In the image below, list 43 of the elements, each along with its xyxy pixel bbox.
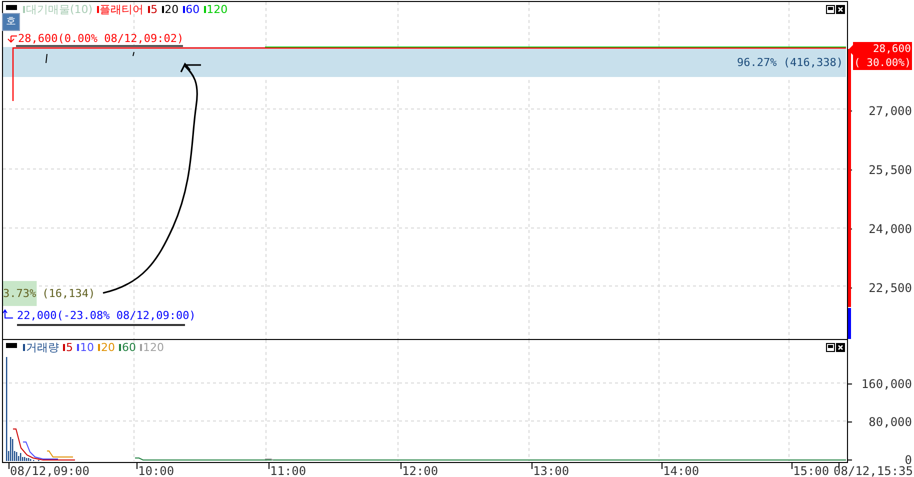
legend-label: 20: [164, 3, 179, 16]
axis-label: 25,500: [868, 163, 912, 177]
time-label: 08/12,09:00: [10, 464, 90, 477]
legend-label: 대기매물(10): [26, 3, 93, 16]
time-label: 13:00: [533, 464, 570, 477]
current-price: 28,600: [872, 42, 911, 56]
panel-color-swatch: [6, 343, 17, 348]
maximize-icon[interactable]: [826, 5, 835, 14]
time-label: 11:00: [270, 464, 306, 477]
panel-color-swatch: [6, 5, 17, 10]
time-label: 10:00: [138, 464, 174, 477]
order-button[interactable]: 호: [2, 13, 20, 31]
legend-label: 10: [80, 341, 94, 354]
time-label: 12:00: [402, 464, 438, 477]
legend-label: 120: [206, 3, 228, 16]
axis-label: 22,500: [868, 281, 912, 295]
time-label: 14:00: [663, 464, 700, 477]
legend-label: 120: [143, 341, 164, 354]
volume-count-label: (16,134): [42, 287, 96, 300]
price-change: ( 30.00%): [854, 56, 911, 70]
time-label: 15:00: [793, 464, 830, 477]
high-price-label: 28,600(0.00% 08/12,09:02): [18, 32, 184, 45]
volume-share-label: 96.27% (416,338): [737, 56, 843, 69]
axis-label: 160,000: [861, 377, 912, 391]
close-icon[interactable]: [836, 343, 845, 352]
axis-label: 24,000: [868, 222, 912, 236]
legend-label: 플래티어: [100, 3, 144, 16]
low-price-label: 22,000(-23.08% 08/12,09:00): [17, 309, 196, 322]
close-icon[interactable]: [836, 5, 845, 14]
legend-label: 거래량: [26, 341, 59, 354]
legend-label: 60: [122, 341, 136, 354]
low-marker-icon: [3, 309, 14, 318]
axis-label: 27,000: [868, 104, 912, 118]
legend-label: 5: [150, 3, 158, 16]
legend-label: 5: [66, 341, 73, 354]
maximize-icon[interactable]: [826, 343, 835, 352]
time-label: 08/12,15:35: [834, 464, 913, 477]
legend-label: 60: [186, 3, 200, 16]
axis-label: 0: [904, 453, 912, 467]
high-marker-icon: [8, 36, 18, 43]
volume-share-label: 3.73%: [3, 287, 36, 300]
axis-label: 80,000: [868, 415, 912, 429]
legend-label: 20: [101, 341, 115, 354]
